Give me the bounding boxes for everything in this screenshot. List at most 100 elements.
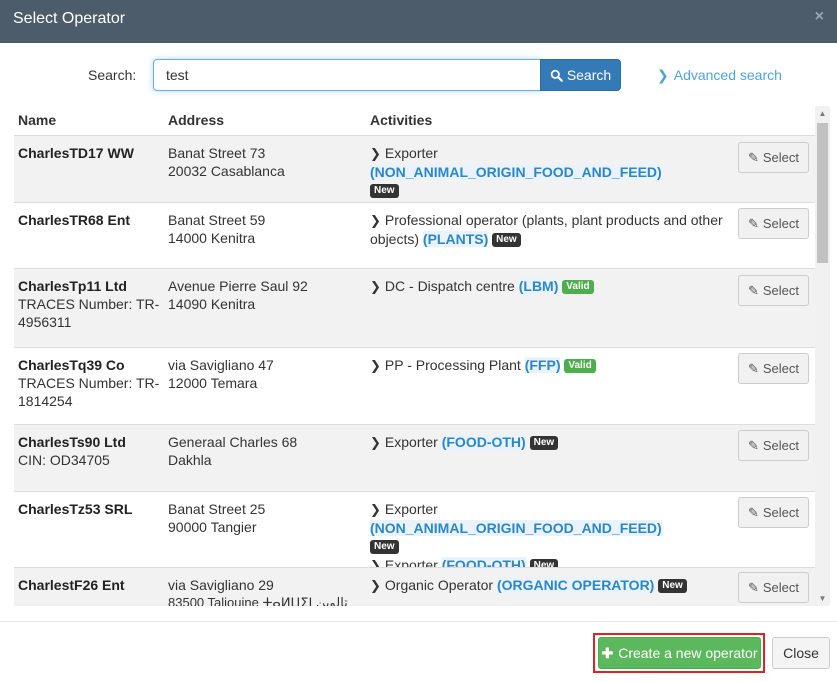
chevron-right-icon: ❯: [370, 578, 381, 593]
modal-title: Select Operator: [13, 10, 126, 27]
edit-icon: ✎: [747, 437, 759, 453]
address-line: via Savigliano 29: [168, 577, 274, 593]
close-button[interactable]: Close: [772, 637, 830, 669]
select-button[interactable]: ✎ Select: [738, 275, 809, 306]
column-header-address: Address: [168, 112, 225, 128]
chevron-right-icon: ❯: [370, 146, 381, 161]
operator-name: CharlesTp11 Ltd: [18, 278, 127, 294]
chevron-right-icon: ❯: [370, 435, 381, 450]
operator-name: CharlesTD17 WW: [18, 145, 134, 161]
activity-item: ❯ DC - Dispatch centre (LBM) Valid: [370, 277, 732, 296]
table-scrollbar[interactable]: ▲ ▼: [815, 106, 830, 606]
advanced-search-link[interactable]: ❯ Advanced search: [657, 67, 782, 84]
status-badge: New: [370, 184, 399, 199]
activity-code: (ORGANIC OPERATOR): [496, 577, 655, 593]
select-button-label: Select: [762, 505, 800, 520]
select-button-label: Select: [762, 580, 800, 595]
select-button-label: Select: [762, 361, 800, 376]
select-button[interactable]: ✎ Select: [738, 142, 809, 173]
activity-text: Organic Operator: [384, 577, 494, 593]
activity-code: (NON_ANIMAL_ORIGIN_FOOD_AND_FEED): [370, 520, 662, 536]
search-label: Search:: [88, 67, 137, 83]
activity-text: PP - Processing Plant: [384, 357, 521, 373]
status-badge: New: [658, 579, 687, 594]
address-line: via Savigliano 47: [168, 357, 274, 373]
status-badge: New: [529, 436, 559, 451]
address-line: 12000 Temara: [168, 375, 258, 391]
status-badge: New: [370, 540, 399, 555]
operator-name: CharlesTs90 Ltd: [18, 434, 126, 450]
search-button[interactable]: Search: [540, 59, 621, 91]
modal-footer: ✚ Create a new operator Close: [0, 621, 837, 682]
operator-identifier: TRACES Number: TR-4956311: [18, 296, 160, 330]
advanced-search-label: Advanced search: [673, 67, 782, 83]
create-operator-button[interactable]: ✚ Create a new operator: [598, 637, 761, 669]
activity-item: ❯ Exporter (NON_ANIMAL_ORIGIN_FOOD_AND_FE…: [370, 500, 732, 555]
table-row: CharlesTs90 Ltd CIN: OD34705 Generaal Cha…: [14, 424, 815, 491]
operator-name: CharlesTR68 Ent: [18, 212, 131, 228]
address-line: Banat Street 73: [168, 145, 266, 161]
address-line: Banat Street 59: [168, 212, 266, 228]
plus-icon: ✚: [601, 644, 614, 661]
activity-text: Exporter: [384, 501, 438, 517]
address-line: 20032 Casablanca: [168, 163, 285, 179]
chevron-right-icon: ❯: [370, 358, 381, 373]
activity-code: (PLANTS): [422, 231, 489, 247]
select-button[interactable]: ✎ Select: [738, 497, 809, 528]
select-button[interactable]: ✎ Select: [738, 208, 809, 239]
activity-text: Exporter: [384, 434, 438, 450]
address-line: 90000 Tangier: [168, 519, 257, 535]
operator-name: CharlesTz53 SRL: [18, 501, 133, 517]
activity-item: ❯ Exporter (FOOD-OTH) New: [370, 433, 732, 452]
operator-identifier: TRACES Number: TR-1814254: [18, 375, 160, 409]
edit-icon: ✎: [747, 360, 759, 376]
operators-table: Name Address Activities CharlesTD17 WW B…: [14, 106, 815, 606]
select-button[interactable]: ✎ Select: [738, 353, 809, 384]
address-line: 83500 Taliouine ⵜⴰⵍⵡⵉⵏ تالوين: [168, 595, 348, 606]
operator-identifier: CIN: OD34705: [18, 452, 110, 468]
table-header: Name Address Activities: [14, 106, 815, 135]
select-button[interactable]: ✎ Select: [738, 430, 809, 461]
status-badge: Valid: [562, 280, 594, 295]
scroll-up-arrow-icon[interactable]: ▲: [815, 106, 830, 121]
select-button-label: Select: [762, 438, 800, 453]
table-row: CharlesTq39 Co TRACES Number: TR-1814254 …: [14, 347, 815, 424]
activity-text: Exporter: [384, 145, 438, 161]
scroll-thumb[interactable]: [817, 123, 828, 263]
address-line: Generaal Charles 68: [168, 434, 298, 450]
chevron-right-icon: ❯: [370, 502, 381, 517]
edit-icon: ✎: [747, 215, 759, 231]
address-line: 14090 Kenitra: [168, 296, 256, 312]
select-button-label: Select: [762, 150, 800, 165]
table-row: CharlesTR68 Ent Banat Street 59 14000 Ken…: [14, 202, 815, 268]
address-line: Avenue Pierre Saul 92: [168, 278, 308, 294]
close-icon[interactable]: ×: [815, 8, 824, 26]
select-button-label: Select: [762, 283, 800, 298]
activity-code: (FFP): [524, 357, 561, 373]
select-button[interactable]: ✎ Select: [738, 572, 809, 603]
activity-item: ❯ Exporter (NON_ANIMAL_ORIGIN_FOOD_AND_FE…: [370, 144, 732, 199]
operator-name: CharlesTq39 Co: [18, 357, 125, 373]
chevron-right-icon: ❯: [370, 213, 381, 228]
activity-code: (LBM): [518, 278, 559, 294]
address-line: Dakhla: [168, 452, 212, 468]
table-row: CharlesTD17 WW Banat Street 73 20032 Casa…: [14, 135, 815, 202]
activity-text: DC - Dispatch centre: [384, 278, 515, 294]
activity-code: (NON_ANIMAL_ORIGIN_FOOD_AND_FEED): [370, 164, 662, 180]
activity-code: (FOOD-OTH): [441, 434, 526, 450]
chevron-right-icon: ❯: [370, 279, 381, 294]
column-header-name: Name: [18, 112, 57, 128]
edit-icon: ✎: [747, 282, 759, 298]
address-line: Banat Street 25: [168, 501, 266, 517]
search-row: Search: Search ❯Advanced search: [0, 59, 837, 91]
activity-item: ❯ Professional operator (plants, plant pr…: [370, 211, 732, 248]
search-input[interactable]: [153, 59, 541, 91]
select-button-label: Select: [762, 216, 800, 231]
edit-icon: ✎: [747, 149, 759, 165]
search-icon: [550, 69, 563, 82]
address-line: 14000 Kenitra: [168, 230, 256, 246]
table-row: CharlesTp11 Ltd TRACES Number: TR-4956311…: [14, 268, 815, 347]
edit-icon: ✎: [747, 504, 759, 520]
edit-icon: ✎: [747, 579, 759, 595]
scroll-down-arrow-icon[interactable]: ▼: [815, 591, 830, 606]
